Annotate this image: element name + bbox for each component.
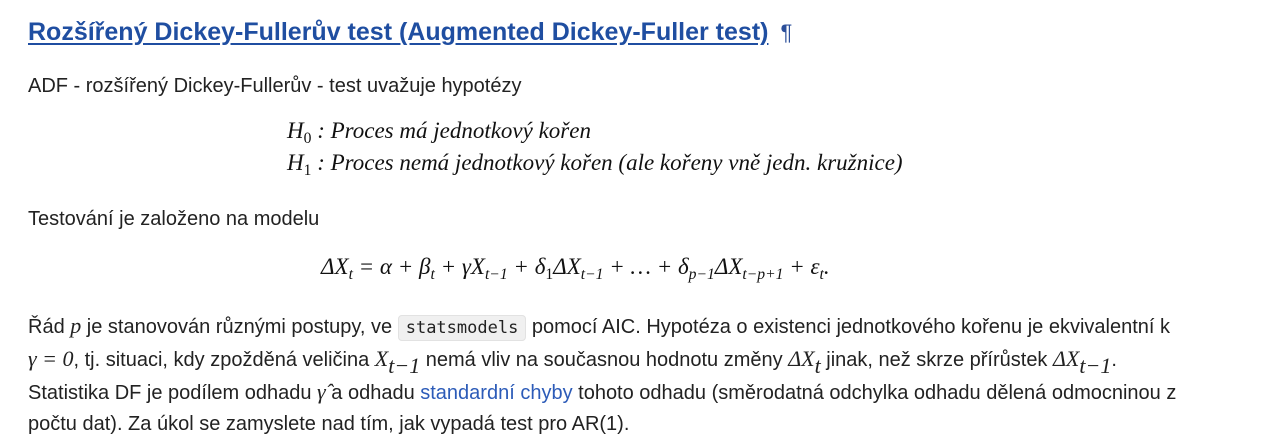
math-delta-x: ΔX: [788, 346, 815, 371]
eq-lhs: ΔX: [321, 254, 349, 279]
h0-text: : Proces má jednotkový kořen: [311, 118, 591, 143]
eq-part3: + δ: [507, 254, 546, 279]
eq-part7: + ε: [783, 254, 820, 279]
body-text: je stanovován různými postupy, ve: [81, 316, 398, 338]
body-line-3: Statistika DF je podílem odhadu γ̂ a odh…: [28, 375, 1176, 410]
section-heading: Rozšířený Dickey-Fullerův test (Augmente…: [28, 18, 792, 47]
h0-symbol: H: [287, 118, 304, 143]
body-text: Statistika DF je podílem odhadu: [28, 382, 318, 404]
body-text: jinak, než skrze přírůstek: [820, 349, 1053, 371]
h1-text: : Proces nemá jednotkový kořen (ale koře…: [311, 150, 903, 175]
eq-end: .: [823, 254, 830, 279]
permalink-anchor[interactable]: ¶: [780, 20, 792, 45]
math-x: X: [374, 346, 389, 371]
body-line-1: Řád p je stanovován různými postupy, ve …: [28, 309, 1170, 345]
hypothesis-h1: H1 : Proces nemá jednotkový kořen (ale k…: [287, 150, 903, 180]
model-intro-paragraph: Testování je založeno na modelu: [28, 208, 320, 230]
eq-part2: + γX: [434, 254, 485, 279]
eq-part2-sub: t−1: [484, 266, 508, 283]
eq-part6-sub: t−p+1: [742, 266, 784, 283]
math-gamma-zero: γ = 0: [28, 346, 74, 371]
body-text: nemá vliv na současnou hodnotu změny: [420, 349, 789, 371]
statsmodels-code: statsmodels: [397, 315, 527, 341]
hypothesis-h0: H0 : Proces má jednotkový kořen: [287, 118, 591, 148]
body-text: , tj. situaci, kdy zpožděná veličina: [73, 349, 375, 371]
eq-part5: + … + δ: [603, 254, 689, 279]
eq-part6: ΔX: [714, 254, 743, 279]
math-p: p: [70, 313, 82, 338]
standard-error-link[interactable]: standardní chyby: [420, 382, 572, 404]
intro-paragraph: ADF - rozšířený Dickey-Fullerův - test u…: [28, 75, 522, 97]
body-text: pomocí AIC. Hypotéza o existenci jednotk…: [526, 316, 1171, 338]
adf-model-equation: ΔXt = α + βt + γXt−1 + δ1ΔXt−1 + … + δp−…: [321, 254, 830, 284]
document-page: Rozšířený Dickey-Fullerův test (Augmente…: [0, 0, 1265, 446]
section-title-link[interactable]: Rozšířený Dickey-Fullerův test (Augmente…: [28, 18, 768, 46]
body-line-4: počtu dat). Za úkol se zamyslete nad tím…: [28, 413, 630, 435]
body-text: tohoto odhadu (směrodatná odchylka odhad…: [572, 382, 1177, 404]
eq-part4-sub: t−1: [580, 266, 604, 283]
body-text: .: [1111, 349, 1117, 371]
eq-part5-sub: p−1: [688, 266, 715, 283]
body-text: a odhadu: [325, 382, 421, 404]
eq-part4: ΔX: [553, 254, 581, 279]
math-gamma-hat: γ̂: [317, 379, 326, 404]
h1-symbol: H: [287, 150, 304, 175]
body-text: Řád: [28, 316, 71, 338]
math-delta-x-lag: ΔX: [1053, 346, 1080, 371]
eq-part1: = α + β: [352, 254, 431, 279]
